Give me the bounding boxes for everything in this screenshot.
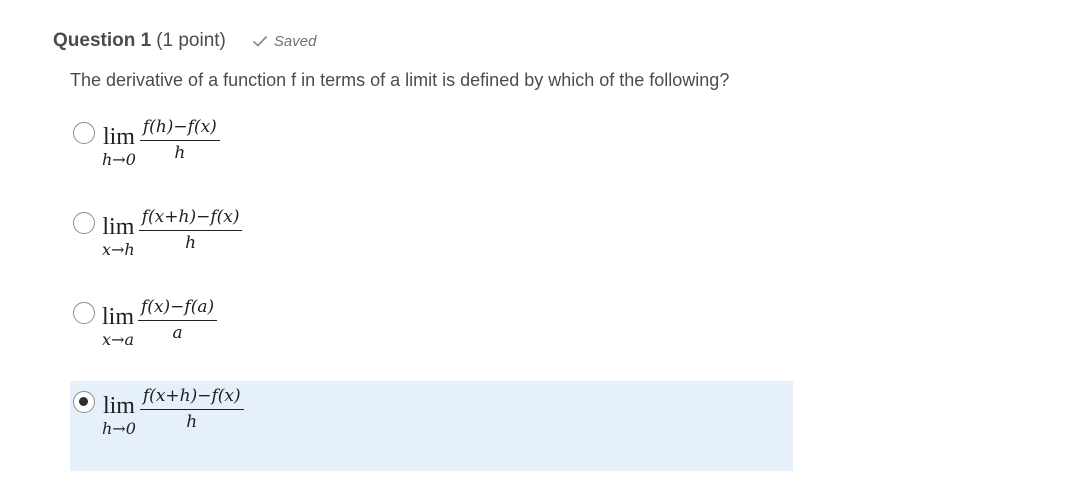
fraction: f(x+h)−f(x) h <box>138 206 243 254</box>
radio-button-option-3[interactable] <box>73 302 95 324</box>
answer-option-1[interactable]: lim h→0 f(h)−f(x) h <box>70 112 793 202</box>
question-title: Question 1 <box>53 30 152 51</box>
answer-option-4[interactable]: lim h→0 f(x+h)−f(x) h <box>70 381 793 471</box>
fraction-denominator: h <box>185 233 197 253</box>
option-1-expression: lim h→0 f(h)−f(x) h <box>102 112 220 170</box>
fraction-denominator: h <box>174 143 186 163</box>
radio-button-option-2[interactable] <box>73 212 95 234</box>
question-header: Question 1 (1 point) Saved <box>53 30 316 52</box>
fraction: f(x+h)−f(x) h <box>139 385 244 433</box>
question-text: The derivative of a function f in terms … <box>70 70 730 90</box>
checkmark-icon <box>252 35 268 47</box>
saved-label: Saved <box>273 32 317 50</box>
limit-subscript: x→h <box>102 240 135 259</box>
limit-operator: lim <box>102 214 135 240</box>
fraction-numerator: f(x+h)−f(x) <box>139 385 244 410</box>
quiz-page: Question 1 (1 point) Saved The derivativ… <box>0 0 1077 486</box>
limit-operator: lim <box>102 393 135 419</box>
option-3-expression: lim x→a f(x)−f(a) a <box>102 292 218 350</box>
fraction-denominator: a <box>172 323 183 343</box>
answer-option-2[interactable]: lim x→h f(x+h)−f(x) h <box>70 202 793 292</box>
limit-operator: lim <box>102 124 135 150</box>
limit-subscript: h→0 <box>102 419 136 438</box>
fraction-numerator: f(x)−f(a) <box>138 296 218 321</box>
radio-selected-dot <box>79 397 88 406</box>
fraction: f(h)−f(x) h <box>139 116 220 164</box>
fraction-denominator: h <box>186 412 198 432</box>
fraction-numerator: f(h)−f(x) <box>139 116 220 141</box>
radio-button-option-4[interactable] <box>73 391 95 413</box>
option-2-expression: lim x→h f(x+h)−f(x) h <box>102 202 243 260</box>
option-4-expression: lim h→0 f(x+h)−f(x) h <box>102 381 244 439</box>
fraction: f(x)−f(a) a <box>138 296 218 344</box>
limit-subscript: x→a <box>102 330 134 349</box>
answer-option-3[interactable]: lim x→a f(x)−f(a) a <box>70 292 793 382</box>
radio-button-option-1[interactable] <box>73 122 95 144</box>
question-points: (1 point) <box>156 30 226 51</box>
limit-operator: lim <box>102 304 135 330</box>
fraction-numerator: f(x+h)−f(x) <box>138 206 243 231</box>
saved-status: Saved <box>252 32 317 50</box>
limit-subscript: h→0 <box>102 150 136 169</box>
